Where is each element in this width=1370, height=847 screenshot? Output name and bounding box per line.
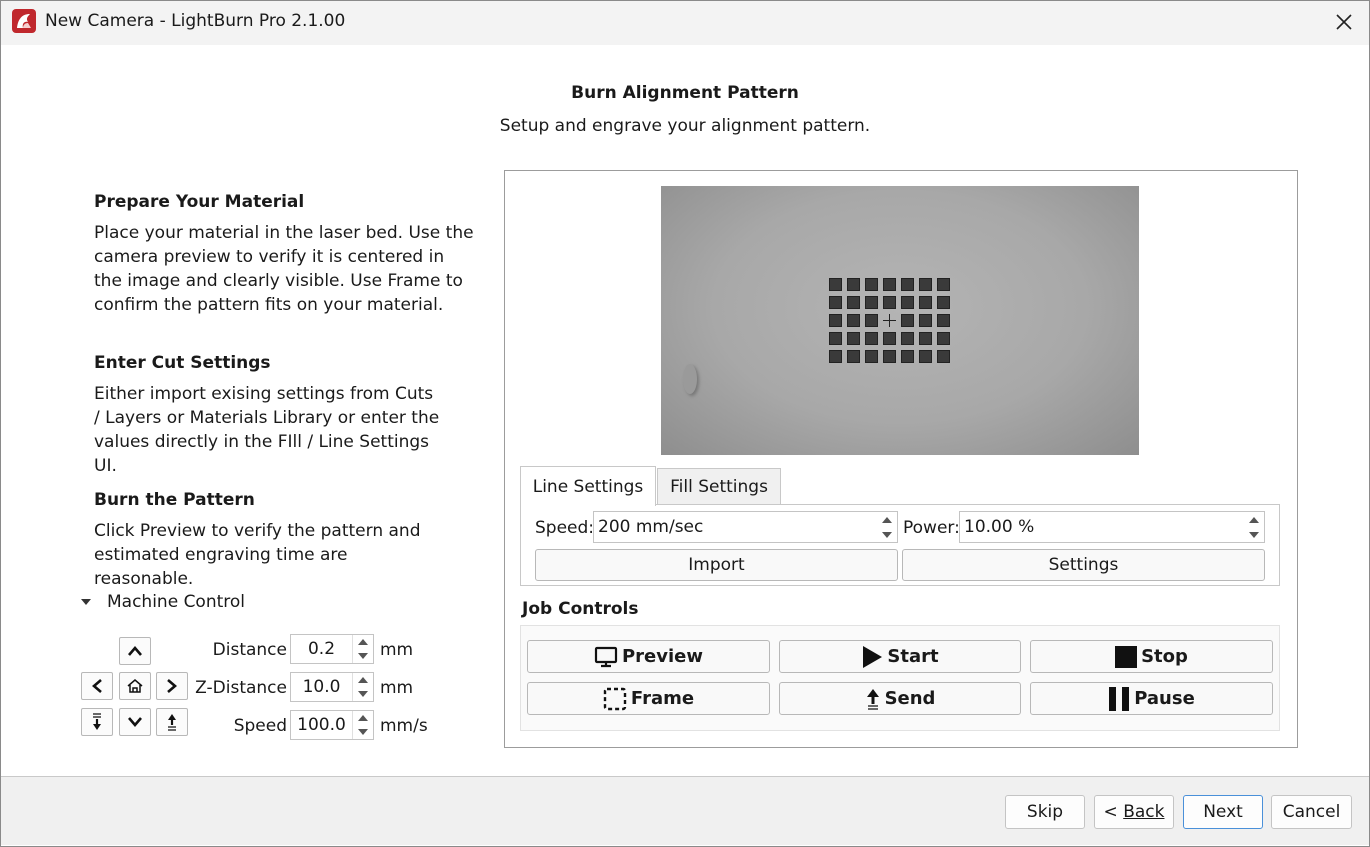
jog-left-button[interactable] (81, 672, 113, 700)
stop-icon (1115, 645, 1138, 668)
back-label: Back (1123, 802, 1165, 822)
pause-button[interactable]: Pause (1030, 682, 1273, 715)
frame-icon (603, 687, 627, 710)
spin-up-icon[interactable] (353, 635, 373, 649)
jog-down-button[interactable] (119, 708, 151, 736)
back-prefix: < (1103, 802, 1124, 822)
alignment-pattern (829, 278, 950, 363)
pause-label: Pause (1134, 688, 1195, 709)
step-text-prepare: Place your material in the laser bed. Us… (94, 223, 474, 315)
distance-unit: mm (380, 640, 414, 660)
arrow-left-icon (92, 679, 102, 693)
pause-icon (1109, 686, 1130, 711)
z-distance-label: Z-Distance (195, 678, 287, 698)
frame-label: Frame (630, 688, 695, 709)
page-subtitle: Setup and engrave your alignment pattern… (499, 116, 871, 136)
center-crosshair-icon (883, 314, 896, 327)
jog-up-button[interactable] (119, 637, 151, 665)
spin-down-icon[interactable] (353, 687, 373, 701)
distance-spinbox[interactable]: 0.2 (290, 634, 374, 664)
cut-speed-spinbox[interactable]: 200 mm/sec (593, 511, 898, 543)
step-heading-cut-settings: Enter Cut Settings (94, 353, 271, 373)
machine-control-toggle[interactable]: Machine Control (78, 592, 245, 612)
jog-speed-spinbox[interactable]: 100.0 (290, 710, 374, 740)
step-heading-burn: Burn the Pattern (94, 490, 255, 510)
z-distance-spinbox[interactable]: 10.0 (290, 672, 374, 702)
jog-speed-unit: mm/s (380, 716, 428, 736)
import-button[interactable]: Import (535, 549, 898, 581)
start-button[interactable]: Start (779, 640, 1021, 673)
spin-down-icon[interactable] (353, 649, 373, 663)
spin-down-icon[interactable] (877, 527, 897, 542)
settings-button[interactable]: Settings (902, 549, 1265, 581)
spin-up-icon[interactable] (877, 512, 897, 527)
z-distance-unit: mm (380, 678, 414, 698)
material-scuff (683, 364, 697, 394)
page-title: Burn Alignment Pattern (571, 83, 799, 103)
jog-speed-value[interactable]: 100.0 (291, 711, 352, 739)
home-icon (127, 679, 143, 693)
distance-label: Distance (212, 640, 287, 660)
spin-down-icon[interactable] (1244, 527, 1264, 542)
jog-speed-label: Speed (233, 716, 287, 736)
distance-value[interactable]: 0.2 (291, 635, 352, 663)
step-text-cut-settings: Either import exising settings from Cuts… (94, 384, 440, 476)
power-spinbox[interactable]: 10.00 % (959, 511, 1265, 543)
camera-preview (661, 186, 1139, 455)
skip-button[interactable]: Skip (1005, 795, 1085, 829)
spin-down-icon[interactable] (353, 725, 373, 739)
back-button[interactable]: < Back (1094, 795, 1174, 829)
upload-arrow-icon (866, 688, 879, 710)
close-icon (1336, 14, 1352, 30)
stop-button[interactable]: Stop (1030, 640, 1273, 673)
jog-z-down-button[interactable] (81, 708, 113, 736)
z-distance-value[interactable]: 10.0 (291, 673, 352, 701)
step-text-burn: Click Preview to verify the pattern and … (94, 521, 421, 589)
frame-button[interactable]: Frame (527, 682, 770, 715)
power-value[interactable]: 10.00 % (960, 512, 1244, 542)
lightburn-app-icon (12, 9, 36, 33)
preview-label: Preview (621, 646, 704, 667)
play-icon (863, 645, 883, 668)
job-controls-title: Job Controls (522, 599, 639, 619)
z-down-icon (93, 713, 101, 730)
send-button[interactable]: Send (779, 682, 1021, 715)
spin-up-icon[interactable] (1244, 512, 1264, 527)
monitor-icon (594, 646, 618, 667)
spin-up-icon[interactable] (353, 711, 373, 725)
tab-line-settings[interactable]: Line Settings (520, 466, 656, 506)
cancel-button[interactable]: Cancel (1271, 795, 1352, 829)
preview-button[interactable]: Preview (527, 640, 770, 673)
window-title: New Camera - LightBurn Pro 2.1.00 (45, 11, 346, 31)
start-label: Start (887, 646, 939, 667)
send-label: Send (884, 688, 936, 709)
jog-home-button[interactable] (119, 672, 151, 700)
arrow-up-icon (128, 646, 142, 656)
power-label: Power: (903, 518, 960, 538)
step-heading-prepare: Prepare Your Material (94, 192, 305, 212)
next-button[interactable]: Next (1183, 795, 1263, 829)
stop-label: Stop (1141, 646, 1188, 667)
tab-fill-settings[interactable]: Fill Settings (657, 468, 781, 505)
arrow-down-icon (128, 717, 142, 727)
spin-up-icon[interactable] (353, 673, 373, 687)
close-button[interactable] (1322, 2, 1366, 42)
cut-speed-value[interactable]: 200 mm/sec (594, 512, 877, 542)
machine-control-label: Machine Control (107, 592, 246, 612)
collapse-triangle-icon (81, 599, 91, 605)
speed-label: Speed: (535, 518, 595, 538)
